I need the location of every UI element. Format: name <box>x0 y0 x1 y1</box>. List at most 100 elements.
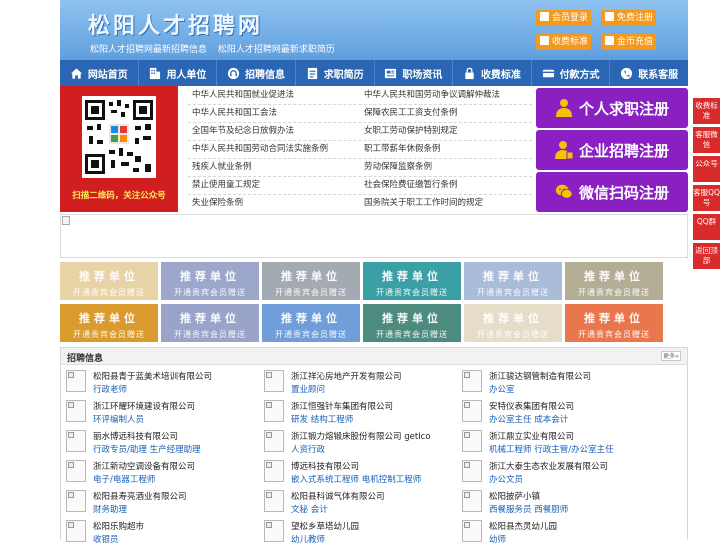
company-name[interactable]: 浙江环耀环境建设有限公司 <box>93 400 195 412</box>
job-title[interactable]: 机械工程师 行政主管/办公室主任 <box>489 443 614 455</box>
job-title[interactable]: 研发 结构工程师 <box>291 413 353 425</box>
back-to-top-button[interactable]: 返回顶部 <box>693 243 720 269</box>
job-title[interactable]: 办公室 <box>489 383 515 395</box>
job-title[interactable]: 办公文员 <box>489 473 523 485</box>
company-logo[interactable] <box>66 490 86 512</box>
nav-resumes[interactable]: 求职简历 <box>296 60 375 86</box>
job-title[interactable]: 幼儿教师 <box>291 533 325 545</box>
recommended-company-slot[interactable]: 推荐单位 开通贵宾会员赠送 <box>60 262 158 300</box>
company-name[interactable]: 松阳县寿亮酒业有限公司 <box>93 490 187 502</box>
nav-employers[interactable]: 用人单位 <box>139 60 218 86</box>
job-title[interactable]: 行政专员/助理 生产经理助理 <box>93 443 201 455</box>
company-name[interactable]: 丽水博远科技有限公司 <box>93 430 178 442</box>
pricing-button[interactable]: 收费标准 <box>536 34 591 50</box>
law-link[interactable]: 女职工劳动保护特别规定 <box>364 122 458 140</box>
nav-jobs[interactable]: 招聘信息 <box>217 60 296 86</box>
job-title[interactable]: 置业顾问 <box>291 383 325 395</box>
recommended-company-slot[interactable]: 推荐单位 开通贵宾会员赠送 <box>565 304 663 342</box>
official-account-button[interactable]: 公众号 <box>693 156 720 182</box>
company-name[interactable]: 松阳县杰灵幼儿园 <box>489 520 557 532</box>
login-button[interactable]: 会员登录 <box>536 10 591 26</box>
company-name[interactable]: 浙江新动空调设备有限公司 <box>93 460 195 472</box>
company-logo[interactable] <box>264 520 284 542</box>
company-logo[interactable] <box>462 490 482 512</box>
job-title[interactable]: 电子/电器工程师 <box>93 473 155 485</box>
law-link[interactable]: 中华人民共和国劳动争议调解仲裁法 <box>364 86 500 104</box>
recommended-company-slot[interactable]: 推荐单位 开通贵宾会员赠送 <box>161 262 259 300</box>
recommended-company-slot[interactable]: 推荐单位 开通贵宾会员赠送 <box>464 304 562 342</box>
nav-pricing[interactable]: 收费标准 <box>453 60 532 86</box>
recommended-company-slot[interactable]: 推荐单位 开通贵宾会员赠送 <box>262 304 360 342</box>
company-logo[interactable] <box>264 370 284 392</box>
company-name[interactable]: 松阳县科诚气体有限公司 <box>291 490 385 502</box>
law-link[interactable]: 全国年节及纪念日放假办法 <box>192 122 294 140</box>
law-link[interactable]: 职工带薪年休假条例 <box>364 140 441 158</box>
recharge-button[interactable]: 金币充值 <box>601 34 656 50</box>
law-link[interactable]: 残疾人就业条例 <box>192 158 252 176</box>
company-logo[interactable] <box>66 400 86 422</box>
nav-payment[interactable]: 付款方式 <box>532 60 611 86</box>
company-logo[interactable] <box>66 460 86 482</box>
company-name[interactable]: 松阳县青于蓝美术培训有限公司 <box>93 370 212 382</box>
job-title[interactable]: 环评编制人员 <box>93 413 144 425</box>
company-name[interactable]: 安特仪表集团有限公司 <box>489 400 574 412</box>
latest-resumes-link[interactable]: 松阳人才招聘网最新求职简历 <box>218 45 335 55</box>
company-logo[interactable] <box>66 520 86 542</box>
company-name[interactable]: 浙江鼎立实业有限公司 <box>489 430 574 442</box>
company-logo[interactable] <box>462 370 482 392</box>
job-title[interactable]: 行政老师 <box>93 383 127 395</box>
law-link[interactable]: 保障农民工工资支付条例 <box>364 104 458 122</box>
pricing-float-button[interactable]: 收费标准 <box>693 98 720 124</box>
qq-group-button[interactable]: QQ群 <box>693 214 720 240</box>
job-title[interactable]: 办公室主任 成本会计 <box>489 413 568 425</box>
job-title[interactable]: 人资行政 <box>291 443 325 455</box>
recommended-company-slot[interactable]: 推荐单位 开通贵宾会员赠送 <box>464 262 562 300</box>
company-logo[interactable] <box>462 460 482 482</box>
company-logo[interactable] <box>264 400 284 422</box>
job-title[interactable]: 文秘 会计 <box>291 503 328 515</box>
law-link[interactable]: 中华人民共和国劳动合同法实施条例 <box>192 140 328 158</box>
company-logo[interactable] <box>264 490 284 512</box>
nav-news[interactable]: 职场资讯 <box>375 60 454 86</box>
wechat-register-button[interactable]: 微信扫码注册 <box>536 172 688 212</box>
law-link[interactable]: 国务院关于职工工作时间的规定 <box>364 194 483 212</box>
recommended-company-slot[interactable]: 推荐单位 开通贵宾会员赠送 <box>363 262 461 300</box>
law-link[interactable]: 禁止使用童工规定 <box>192 176 260 194</box>
personal-register-button[interactable]: 个人求职注册 <box>536 88 688 128</box>
company-logo[interactable] <box>264 430 284 452</box>
site-title[interactable]: 松阳人才招聘网 <box>88 8 263 40</box>
job-title[interactable]: 嵌入式系统工程师 电机控制工程师 <box>291 473 421 485</box>
company-name[interactable]: 浙江锻力熔锻床股份有限公司 getIco <box>291 430 431 442</box>
company-name[interactable]: 浙江祥沁房地产开发有限公司 <box>291 370 402 382</box>
company-logo[interactable] <box>462 430 482 452</box>
recommended-company-slot[interactable]: 推荐单位 开通贵宾会员赠送 <box>161 304 259 342</box>
company-name[interactable]: 浙江骏达钢管制造有限公司 <box>489 370 591 382</box>
service-wechat-button[interactable]: 客服微信 <box>693 127 720 153</box>
law-link[interactable]: 社会保险费征缴暂行条例 <box>364 176 458 194</box>
register-button[interactable]: 免费注册 <box>601 10 656 26</box>
law-link[interactable]: 中华人民共和国工会法 <box>192 104 277 122</box>
company-name[interactable]: 松阳乐购超市 <box>93 520 144 532</box>
company-name[interactable]: 浙江大泰生态农业发展有限公司 <box>489 460 608 472</box>
company-name[interactable]: 望松乡草塔幼儿园 <box>291 520 359 532</box>
company-logo[interactable] <box>462 400 482 422</box>
company-name[interactable]: 浙江恒强针车集团有限公司 <box>291 400 393 412</box>
company-logo[interactable] <box>462 520 482 542</box>
law-link[interactable]: 劳动保障监察条例 <box>364 158 432 176</box>
job-title[interactable]: 财务助理 <box>93 503 127 515</box>
company-name[interactable]: 松阳披萨小镇 <box>489 490 540 502</box>
latest-jobs-link[interactable]: 松阳人才招聘网最新招聘信息 <box>90 45 207 55</box>
service-qq-button[interactable]: 客服QQ号 <box>693 185 720 211</box>
nav-home[interactable]: 网站首页 <box>60 60 139 86</box>
company-logo[interactable] <box>66 370 86 392</box>
company-name[interactable]: 博远科技有限公司 <box>291 460 359 472</box>
job-title[interactable]: 幼师 <box>489 533 506 545</box>
recommended-company-slot[interactable]: 推荐单位 开通贵宾会员赠送 <box>60 304 158 342</box>
company-logo[interactable] <box>264 460 284 482</box>
recommended-company-slot[interactable]: 推荐单位 开通贵宾会员赠送 <box>262 262 360 300</box>
nav-contact[interactable]: 联系客服 <box>610 60 688 86</box>
job-title[interactable]: 收银员 <box>93 533 119 545</box>
recommended-company-slot[interactable]: 推荐单位 开通贵宾会员赠送 <box>363 304 461 342</box>
law-link[interactable]: 失业保险条例 <box>192 194 243 212</box>
company-logo[interactable] <box>66 430 86 452</box>
